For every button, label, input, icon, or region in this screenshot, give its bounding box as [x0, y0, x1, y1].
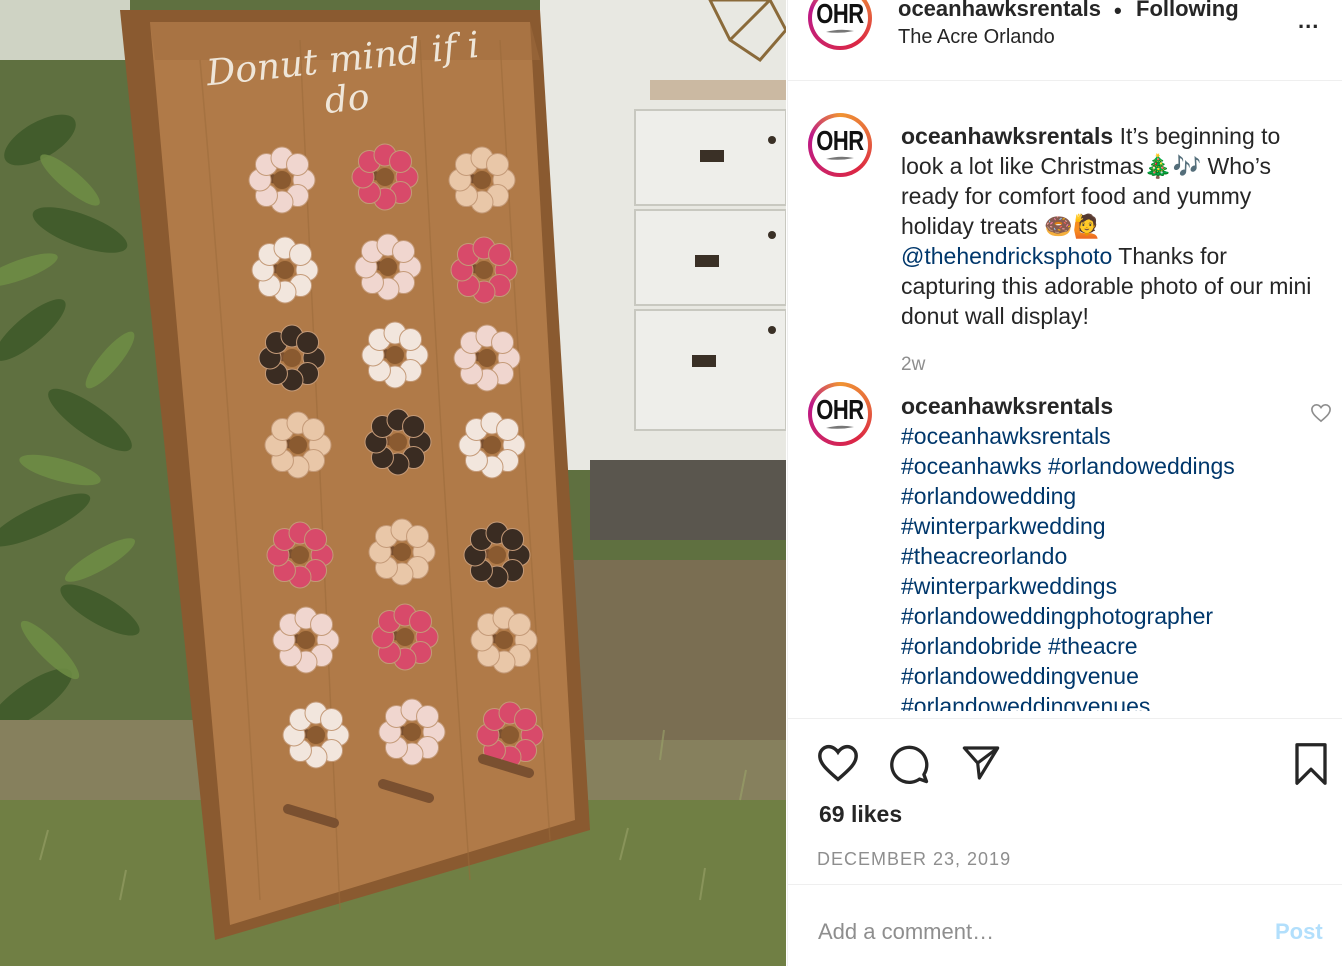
add-comment-bar: Add a comment… Post [788, 884, 1342, 967]
comment-icon[interactable] [888, 743, 930, 785]
comment-username[interactable]: oceanhawksrentals [901, 391, 1301, 421]
hashtag-line[interactable]: #oceanhawksrentals [901, 421, 1301, 451]
donut [364, 408, 432, 476]
donut [248, 146, 316, 214]
caption-timestamp[interactable]: 2w [901, 354, 925, 376]
following-button[interactable]: Following [1136, 0, 1239, 22]
donut [371, 603, 439, 671]
feather-icon [826, 156, 854, 160]
donut [378, 698, 446, 766]
donut [368, 518, 436, 586]
post-photo[interactable]: Donut mind if i do [0, 0, 786, 966]
save-bookmark-icon[interactable] [1292, 743, 1330, 785]
hashtag-line[interactable]: #oceanhawks #orlandoweddings [901, 451, 1301, 481]
christmas-emoji: 🎄🎶 [1143, 153, 1202, 179]
donut [458, 411, 526, 479]
donut [463, 521, 531, 589]
donut [470, 606, 538, 674]
comment-input[interactable]: Add a comment… [818, 919, 994, 945]
hashtag-line[interactable]: #orlandoweddingvenue [901, 661, 1301, 691]
donut [361, 321, 429, 389]
comment-like-heart-icon[interactable] [1310, 403, 1332, 423]
hashtag-line[interactable]: #orlandoweddingvenues [901, 691, 1301, 711]
post-date[interactable]: DECEMBER 23, 2019 [817, 849, 1011, 870]
hashtag-line[interactable]: #winterparkwedding [901, 511, 1301, 541]
post-comment-button[interactable]: Post [1275, 919, 1323, 945]
post-actions: 69 likes DECEMBER 23, 2019 [788, 718, 1342, 885]
more-options-icon[interactable]: ... [1298, 8, 1319, 34]
avatar-logo-text: OHR [816, 124, 864, 156]
mention-link[interactable]: @thehendricksphoto [901, 243, 1112, 269]
donut [448, 146, 516, 214]
share-send-icon[interactable] [960, 743, 1002, 783]
donut [251, 236, 319, 304]
hashtag-line[interactable]: #winterparkweddings [901, 571, 1301, 601]
header-separator: • [1114, 0, 1122, 23]
donuts [248, 143, 544, 828]
like-heart-icon[interactable] [816, 743, 860, 783]
donut [351, 143, 419, 211]
caption-text: oceanhawksrentals It’s beginning to look… [901, 121, 1321, 331]
comments-section: OHR oceanhawksrentals It’s beginning to … [788, 81, 1342, 711]
hashtag-comment: oceanhawksrentals #oceanhawksrentals #oc… [901, 391, 1301, 711]
donut [354, 233, 422, 301]
avatar-logo-text: OHR [816, 0, 864, 29]
donut [272, 606, 340, 674]
empty-peg [378, 779, 434, 803]
comment-avatar[interactable]: OHR [808, 382, 872, 446]
post-side-panel: OHR oceanhawksrentals • Following The Ac… [787, 0, 1342, 966]
donut [450, 236, 518, 304]
hashtag-line[interactable]: #orlandoweddingphotographer [901, 601, 1301, 631]
hashtag-line[interactable]: #theacreorlando [901, 541, 1301, 571]
header-avatar[interactable]: OHR [808, 0, 872, 50]
hashtag-line[interactable]: #orlandowedding [901, 481, 1301, 511]
donut [258, 324, 326, 392]
donut-emoji: 🍩🙋 [1044, 213, 1102, 239]
post-header: OHR oceanhawksrentals • Following The Ac… [788, 0, 1342, 81]
header-location[interactable]: The Acre Orlando [898, 26, 1055, 49]
likes-count[interactable]: 69 likes [819, 801, 902, 828]
header-username[interactable]: oceanhawksrentals [898, 0, 1101, 22]
donut [453, 324, 521, 392]
feather-icon [826, 425, 854, 429]
feather-icon [826, 29, 854, 33]
donut [264, 411, 332, 479]
caption-username[interactable]: oceanhawksrentals [901, 123, 1113, 149]
donut [266, 521, 334, 589]
empty-peg [283, 804, 339, 828]
caption-avatar[interactable]: OHR [808, 113, 872, 177]
donut [282, 701, 350, 769]
avatar-logo-text: OHR [816, 393, 864, 425]
hashtag-line[interactable]: #orlandobride #theacre [901, 631, 1301, 661]
